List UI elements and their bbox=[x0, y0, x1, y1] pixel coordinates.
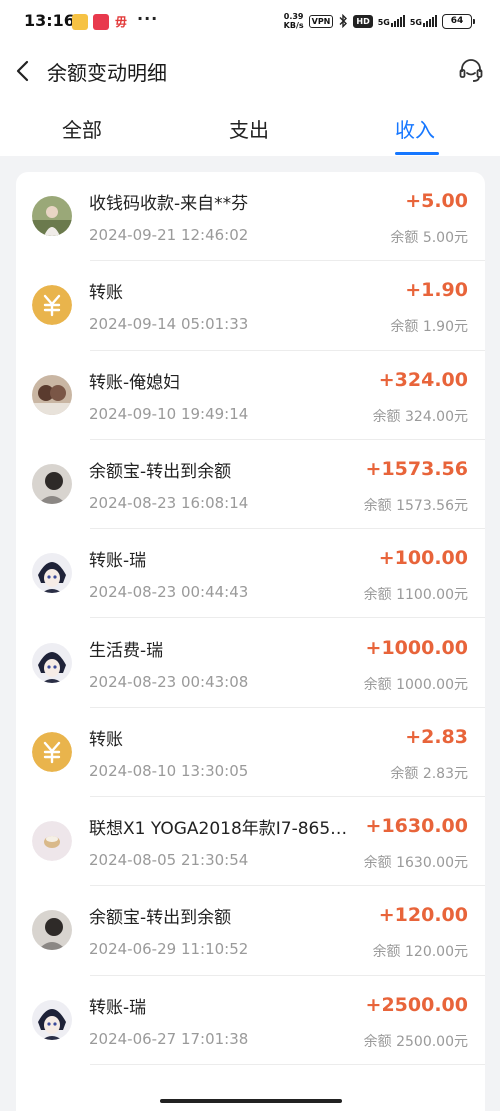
transaction-title: 余额宝-转出到余额 bbox=[89, 461, 232, 482]
bluetooth-icon bbox=[339, 14, 348, 28]
list-item[interactable]: 收钱码收款-来自**芬 2024-09-21 12:46:02 +5.00 余额… bbox=[16, 172, 485, 262]
tab-income[interactable]: 收入 bbox=[395, 114, 435, 143]
transaction-amount: +1000.00 bbox=[365, 636, 468, 659]
list-item[interactable]: 转账-俺媳妇 2024-09-10 19:49:14 +324.00 余额 32… bbox=[16, 351, 485, 440]
signal-5g-1: 5G bbox=[378, 15, 405, 27]
transaction-balance: 余额 2500.00元 bbox=[363, 1033, 468, 1050]
transaction-balance: 余额 5.00元 bbox=[390, 230, 468, 246]
list-item[interactable]: 生活费-瑞 2024-08-23 00:43:08 +1000.00 余额 10… bbox=[16, 619, 485, 708]
status-time: 13:16 bbox=[24, 11, 75, 30]
home-indicator[interactable] bbox=[160, 1099, 342, 1103]
transaction-amount: +1573.56 bbox=[365, 457, 468, 480]
signal-bars-icon bbox=[423, 15, 437, 27]
list-item[interactable]: 余额宝-转出到余额 2024-06-29 11:10:52 +120.00 余额… bbox=[16, 886, 485, 976]
photo-avatar bbox=[32, 374, 72, 415]
product-avatar bbox=[32, 821, 72, 862]
list-item[interactable]: 转账 2024-09-14 05:01:33 +1.90 余额 1.90元 bbox=[16, 261, 485, 351]
transaction-time: 2024-08-23 00:44:43 bbox=[89, 583, 249, 602]
transaction-balance: 余额 1.90元 bbox=[390, 319, 468, 336]
transaction-balance: 余额 324.00元 bbox=[372, 408, 468, 425]
customer-service-icon[interactable] bbox=[458, 58, 484, 84]
transaction-title: 联想X1 YOGA2018年款I7-865… bbox=[89, 819, 348, 840]
anime-avatar bbox=[32, 999, 72, 1040]
status-bar: 13:16 毋 ··· 0.39 KB/s VPN HD 5G 5G 64 bbox=[0, 0, 500, 44]
transaction-title: 转账-俺媳妇 bbox=[89, 372, 181, 393]
list-item[interactable]: 转账-瑞 2024-06-27 17:01:38 +2500.00 余额 250… bbox=[16, 976, 485, 1065]
transaction-balance: 余额 2.83元 bbox=[390, 765, 468, 782]
transaction-time: 2024-08-10 13:30:05 bbox=[89, 761, 249, 780]
more-notifications-icon: ··· bbox=[137, 9, 159, 28]
notes-app-icon bbox=[72, 14, 88, 30]
transaction-title: 转账 bbox=[89, 729, 123, 750]
transaction-time: 2024-08-23 00:43:08 bbox=[89, 672, 249, 691]
back-arrow-icon[interactable] bbox=[13, 59, 35, 83]
transaction-time: 2024-06-27 17:01:38 bbox=[89, 1029, 249, 1048]
transaction-amount: +2500.00 bbox=[365, 993, 468, 1016]
yuan-icon bbox=[32, 731, 72, 772]
anime-avatar bbox=[32, 642, 72, 683]
list-item[interactable]: 余额宝-转出到余额 2024-08-23 16:08:14 +1573.56 余… bbox=[16, 440, 485, 530]
transaction-amount: +1630.00 bbox=[365, 815, 468, 838]
vpn-icon: VPN bbox=[308, 14, 334, 28]
transaction-balance: 余额 120.00元 bbox=[372, 944, 468, 961]
transaction-time: 2024-09-10 19:49:14 bbox=[89, 404, 249, 423]
gift-app-icon bbox=[93, 14, 109, 30]
transaction-time: 2024-08-23 16:08:14 bbox=[89, 493, 249, 512]
transaction-title: 转账-瑞 bbox=[89, 551, 147, 572]
tab-all[interactable]: 全部 bbox=[62, 114, 102, 143]
transaction-time: 2024-06-29 11:10:52 bbox=[89, 940, 249, 959]
transaction-balance: 余额 1630.00元 bbox=[363, 855, 468, 872]
transaction-title: 转账 bbox=[89, 283, 123, 304]
yuan-icon bbox=[32, 285, 72, 326]
transaction-title: 收钱码收款-来自**芬 bbox=[89, 194, 249, 214]
status-indicators: 0.39 KB/s VPN HD 5G 5G 64 bbox=[283, 12, 475, 30]
battery-icon: 64 bbox=[442, 13, 475, 29]
transaction-time: 2024-08-05 21:30:54 bbox=[89, 851, 249, 870]
list-item[interactable]: 转账-瑞 2024-08-23 00:44:43 +100.00 余额 1100… bbox=[16, 529, 485, 619]
page-title: 余额变动明细 bbox=[47, 61, 167, 85]
transaction-time: 2024-09-21 12:46:02 bbox=[89, 226, 249, 244]
transaction-balance: 余额 1573.56元 bbox=[363, 497, 468, 514]
tab-expense[interactable]: 支出 bbox=[229, 114, 269, 143]
filter-tabs: 全部 支出 收入 bbox=[0, 98, 500, 156]
photo-avatar bbox=[32, 463, 72, 504]
transaction-amount: +5.00 bbox=[405, 190, 468, 212]
transaction-balance: 余额 1100.00元 bbox=[363, 587, 468, 604]
transaction-title: 转账-瑞 bbox=[89, 997, 147, 1018]
transaction-list: 收钱码收款-来自**芬 2024-09-21 12:46:02 +5.00 余额… bbox=[16, 172, 485, 1111]
active-tab-indicator bbox=[395, 152, 439, 155]
network-speed: 0.39 KB/s bbox=[283, 12, 304, 30]
header: 余额变动明细 bbox=[0, 44, 500, 98]
anime-avatar bbox=[32, 553, 72, 594]
transaction-amount: +2.83 bbox=[405, 725, 468, 748]
transaction-time: 2024-09-14 05:01:33 bbox=[89, 315, 249, 334]
signal-5g-2: 5G bbox=[410, 15, 437, 27]
divider bbox=[90, 1063, 485, 1065]
transaction-amount: +100.00 bbox=[378, 547, 468, 570]
transaction-amount: +1.90 bbox=[405, 279, 468, 302]
transaction-title: 余额宝-转出到余额 bbox=[89, 908, 232, 929]
transaction-balance: 余额 1000.00元 bbox=[363, 676, 468, 693]
transaction-title: 生活费-瑞 bbox=[89, 640, 164, 661]
list-item[interactable]: 转账 2024-08-10 13:30:05 +2.83 余额 2.83元 bbox=[16, 708, 485, 798]
red-app-icon: 毋 bbox=[115, 15, 128, 29]
list-item[interactable]: 联想X1 YOGA2018年款I7-865… 2024-08-05 21:30:… bbox=[16, 797, 485, 887]
signal-bars-icon bbox=[390, 15, 405, 27]
photo-avatar bbox=[32, 196, 72, 236]
photo-avatar bbox=[32, 910, 72, 951]
transaction-amount: +324.00 bbox=[378, 368, 468, 391]
hd-icon: HD bbox=[353, 14, 373, 28]
transaction-amount: +120.00 bbox=[378, 904, 468, 927]
